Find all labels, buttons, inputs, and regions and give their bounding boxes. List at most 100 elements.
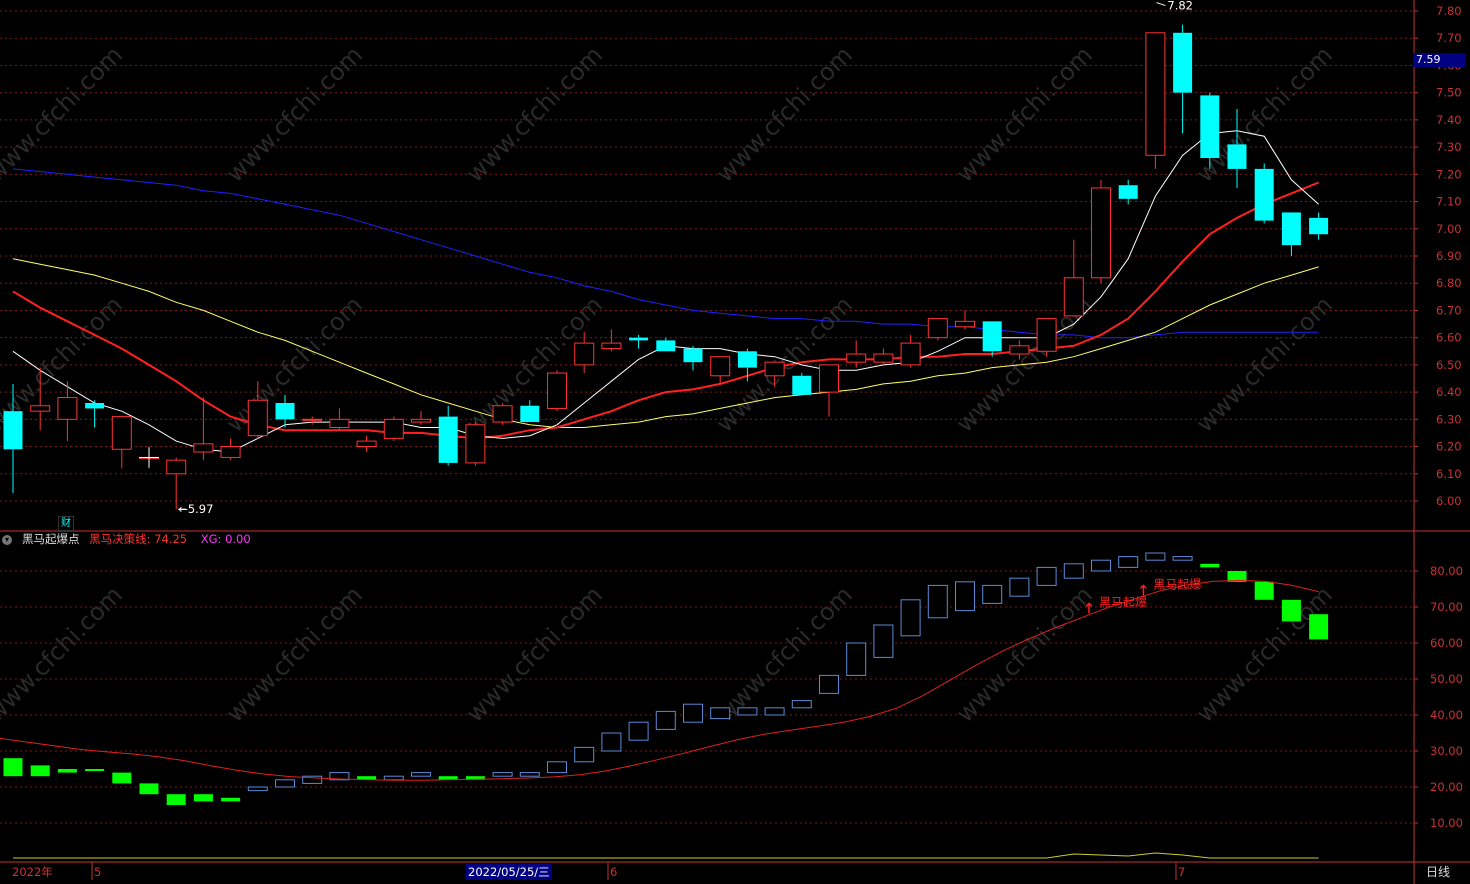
candle-body <box>520 405 540 423</box>
candle-body <box>629 337 649 341</box>
candle[interactable] <box>710 356 731 384</box>
watermark: www.cfchi.com <box>461 581 608 728</box>
candle[interactable] <box>193 397 214 461</box>
candle[interactable] <box>683 345 703 371</box>
candle-body <box>737 351 757 368</box>
price-tick-label: 7.10 <box>1436 195 1462 209</box>
candle[interactable] <box>927 318 948 341</box>
watermark: www.cfchi.com <box>0 581 128 728</box>
price-tick-label: 6.70 <box>1436 303 1462 317</box>
indicator-layer[interactable]: 黑马起爆黑马起爆 <box>0 552 1329 859</box>
price-tick-label: 7.80 <box>1436 4 1462 18</box>
candle[interactable] <box>601 329 622 352</box>
candle[interactable] <box>302 416 323 425</box>
collapse-icon[interactable]: ▾ <box>2 534 12 545</box>
candle[interactable] <box>1281 212 1301 256</box>
watermark: www.cfchi.com <box>951 41 1098 188</box>
candle[interactable] <box>438 405 458 466</box>
price-tick-label: 6.10 <box>1436 467 1462 481</box>
indicator-name[interactable]: 黑马起爆点 <box>22 532 80 546</box>
candle[interactable] <box>1309 212 1329 240</box>
watermark: www.cfchi.com <box>221 581 368 728</box>
indicator-tick-label: 30.00 <box>1430 744 1463 758</box>
candle[interactable] <box>1254 163 1274 224</box>
candle[interactable] <box>111 416 132 469</box>
candle[interactable] <box>329 408 350 431</box>
period-selector[interactable]: 日线 <box>1426 864 1456 880</box>
candle-body <box>656 340 676 352</box>
candle-body <box>438 416 458 463</box>
candle[interactable] <box>1145 32 1166 169</box>
candle-body <box>302 418 323 421</box>
decision-line <box>0 579 1319 781</box>
candle[interactable] <box>220 438 241 461</box>
indicator-bar <box>1118 556 1139 568</box>
candle-body <box>1009 345 1030 355</box>
candle-body <box>30 405 51 412</box>
moving-average-lines <box>12 130 1319 453</box>
candle-body <box>1254 168 1274 221</box>
candle[interactable] <box>955 310 975 330</box>
indicator-bar <box>166 794 186 805</box>
x-label-year: 2022年 <box>12 865 53 879</box>
price-tick-label: 7.20 <box>1436 167 1462 181</box>
indicator-bar <box>247 786 268 792</box>
candle[interactable] <box>1173 24 1193 134</box>
watermark: www.cfchi.com <box>461 41 608 188</box>
candle-body <box>955 320 975 328</box>
indicator-bar <box>57 769 77 773</box>
x-label-jul: 7 <box>1178 865 1186 879</box>
indicator-tick-label: 80.00 <box>1430 564 1463 578</box>
candle[interactable] <box>1036 318 1057 357</box>
indicator-tick-label: 40.00 <box>1430 708 1463 722</box>
candle-body <box>846 353 867 363</box>
candle[interactable] <box>656 337 676 352</box>
decision-line-label: 黑马决策线: 74.25 <box>89 532 188 546</box>
candle[interactable] <box>411 411 431 425</box>
xg-label: XG: 0.00 <box>200 532 251 546</box>
price-tick-label: 7.30 <box>1436 140 1462 154</box>
candle[interactable] <box>1063 239 1084 317</box>
candle[interactable] <box>846 340 867 368</box>
finance-badge[interactable]: 财 <box>58 516 74 531</box>
candle[interactable] <box>792 373 812 395</box>
candle[interactable] <box>383 416 404 442</box>
candle[interactable] <box>547 370 567 412</box>
indicator-bar <box>1145 552 1166 561</box>
candle-body <box>792 375 812 395</box>
candle[interactable] <box>492 403 513 425</box>
candle-body <box>57 397 78 420</box>
candle[interactable] <box>819 364 839 417</box>
candle[interactable] <box>85 400 105 428</box>
indicator-bar <box>955 581 975 612</box>
indicator-bar <box>683 703 703 723</box>
candle[interactable] <box>900 334 921 368</box>
candle[interactable] <box>629 334 649 349</box>
indicator-bar <box>547 761 567 774</box>
candle[interactable] <box>982 321 1002 357</box>
candle-body <box>873 353 894 363</box>
stock-chart[interactable]: www.cfchi.com www.cfchi.com www.cfchi.com w… <box>0 0 1470 884</box>
indicator-bar <box>1009 577 1030 597</box>
candle[interactable] <box>1091 179 1111 284</box>
candle[interactable] <box>356 435 377 452</box>
price-tick-label: 6.90 <box>1436 249 1462 263</box>
candlestick-layer[interactable]: 7.82 ←5.97 <box>3 0 1329 516</box>
candle-body <box>492 405 513 423</box>
watermark: www.cfchi.com <box>1191 581 1338 728</box>
candle[interactable] <box>465 422 486 466</box>
candle-body <box>683 348 703 363</box>
indicator-bar <box>900 599 921 637</box>
candle[interactable] <box>1118 179 1138 205</box>
indicator-bar <box>411 772 431 777</box>
candle[interactable] <box>873 348 894 365</box>
price-tick-label: 6.40 <box>1436 385 1462 399</box>
candle[interactable] <box>1200 92 1220 169</box>
candle[interactable] <box>520 400 540 423</box>
price-tick-label: 6.30 <box>1436 412 1462 426</box>
x-label-may: 5 <box>94 865 102 879</box>
indicator-tick-label: 50.00 <box>1430 672 1463 686</box>
indicator-bar <box>574 746 595 763</box>
candle-body <box>1227 144 1247 169</box>
indicator-bar <box>655 710 676 730</box>
